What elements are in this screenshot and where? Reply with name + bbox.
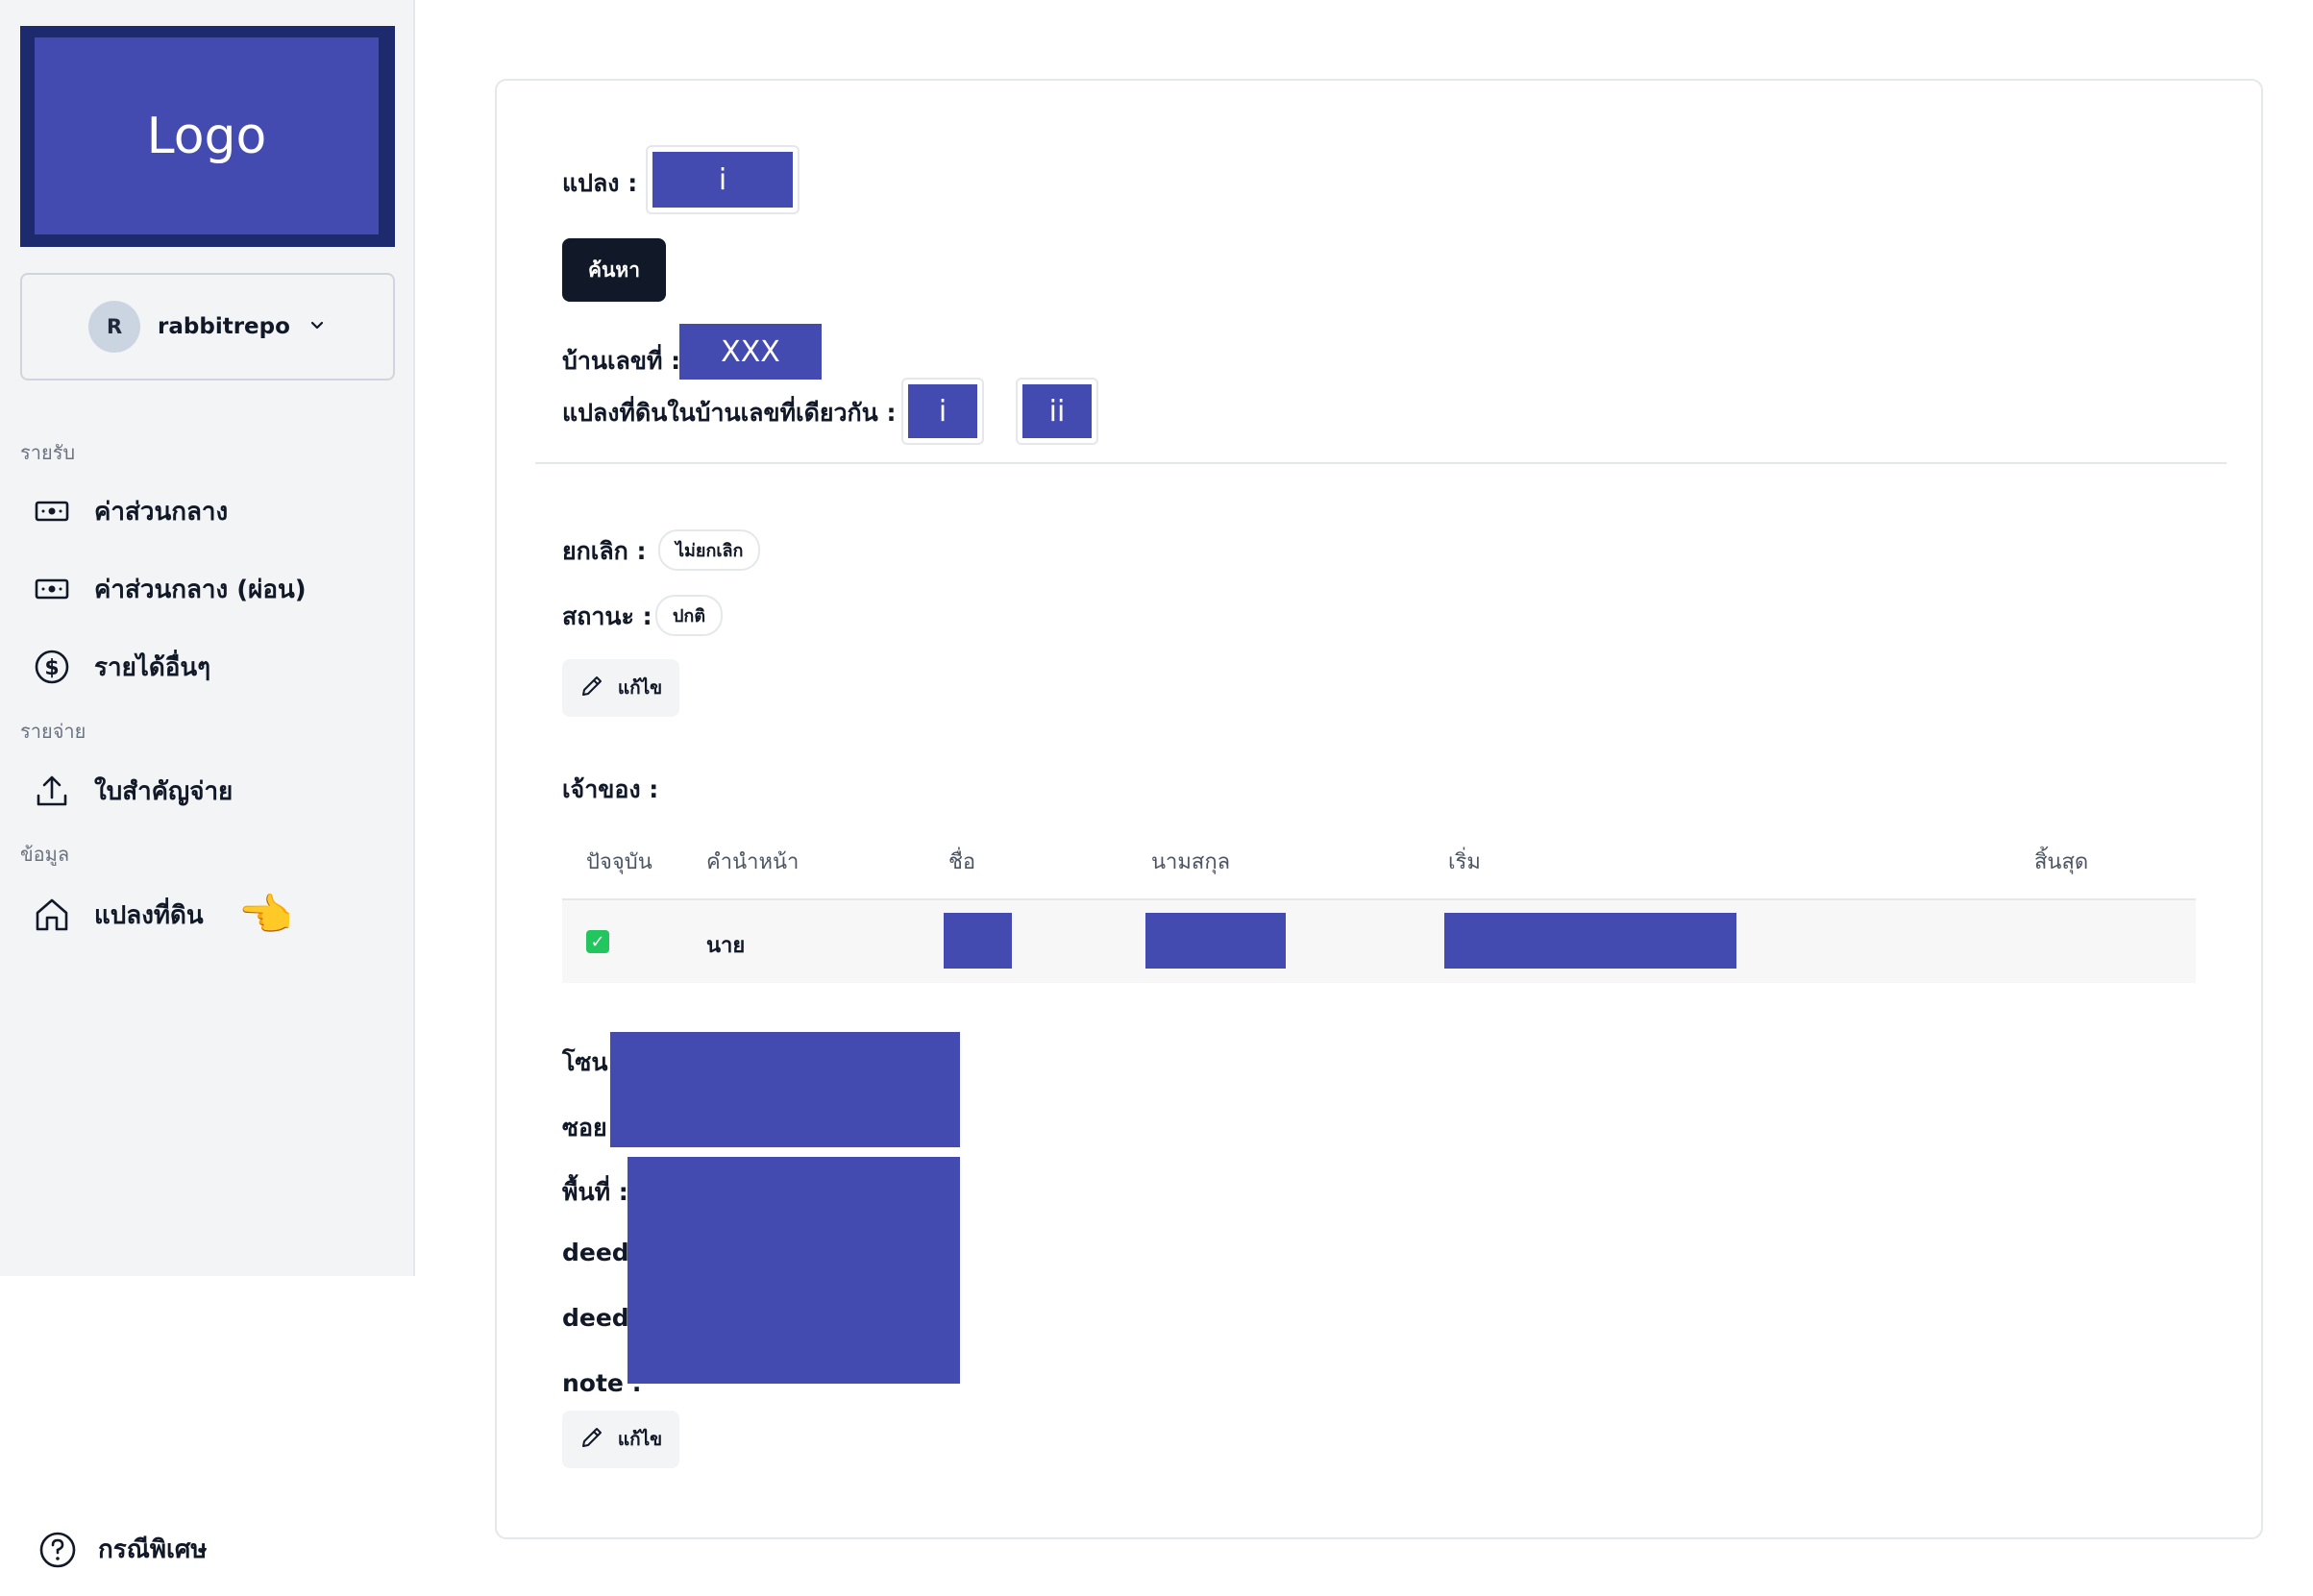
logo[interactable]: Logo — [20, 26, 395, 247]
home-icon — [33, 896, 71, 934]
sidebar-item-special-case[interactable]: กรณีพิเศษ — [38, 1530, 208, 1569]
pencil-icon — [579, 674, 604, 703]
user-menu-button[interactable]: R rabbitrepo — [20, 273, 395, 381]
col-last-name: นามสกุล — [1151, 850, 1231, 874]
cancel-badge: ไม่ยกเลิก — [658, 529, 761, 571]
search-button[interactable]: ค้นหา — [562, 238, 666, 302]
edit-status-button[interactable]: แก้ไข — [562, 659, 679, 717]
owner-first-name-redacted — [944, 913, 1012, 969]
state-label: สถานะ : — [562, 602, 652, 630]
owner-last-name-redacted — [1145, 913, 1286, 969]
soi-label: ซอย — [562, 1114, 607, 1142]
plot-detail-card: แปลง : i ค้นหา บ้านเลขที่ : XXX แปลงที่ด… — [495, 79, 2263, 1539]
logo-text: Logo — [35, 37, 379, 234]
check-icon: ✓ — [586, 930, 609, 953]
sidebar-item-label: แปลงที่ดิน — [94, 900, 204, 930]
plot-label: แปลง : — [562, 169, 638, 197]
sidebar-item-payment-voucher[interactable]: ใบสำคัญจ่าย — [33, 764, 233, 818]
col-start: เริ่ม — [1448, 850, 1481, 874]
sidebar-item-land-plot[interactable]: แปลงที่ดิน 👈 — [33, 888, 293, 942]
col-prefix: คำนำหน้า — [706, 850, 800, 874]
table-row[interactable]: ✓ นาย — [562, 900, 2196, 983]
section-label-income: รายรับ — [20, 441, 76, 464]
user-name: rabbitrepo — [158, 314, 290, 339]
section-label-data: ข้อมูล — [20, 843, 70, 866]
house-number-value: XXX — [679, 324, 822, 380]
owners-title: เจ้าของ : — [562, 775, 659, 803]
plot-value: i — [652, 152, 793, 208]
house-number-label: บ้านเลขที่ : — [562, 347, 681, 375]
divider — [535, 462, 2227, 464]
cash-icon — [33, 570, 71, 608]
section-label-expense: รายจ่าย — [20, 720, 86, 743]
chevron-down-icon — [308, 315, 327, 339]
plot-select[interactable]: i — [646, 145, 800, 214]
cash-icon — [33, 492, 71, 530]
pencil-icon — [579, 1425, 604, 1455]
owner-start-redacted — [1444, 913, 1736, 969]
edit-label: แก้ไข — [617, 677, 663, 699]
same-house-plot-value: ii — [1022, 384, 1092, 438]
deed-label-2: deed — [562, 1304, 629, 1332]
same-house-plot-value: i — [908, 384, 977, 438]
same-house-plots-label: แปลงที่ดินในบ้านเลขที่เดียวกัน : — [562, 399, 897, 427]
sidebar-item-common-fee-installment[interactable]: ค่าส่วนกลาง (ผ่อน) — [33, 562, 307, 616]
svg-text:$: $ — [44, 656, 59, 680]
dollar-circle-icon: $ — [33, 648, 71, 686]
sidebar-item-label: ค่าส่วนกลาง (ผ่อน) — [94, 575, 307, 604]
sidebar: Logo R rabbitrepo รายรับ ค่าส่วนกลาง ค่า… — [0, 0, 415, 1276]
special-case-label: กรณีพิเศษ — [98, 1535, 208, 1564]
sidebar-item-label: ค่าส่วนกลาง — [94, 497, 229, 527]
pointing-hand-icon: 👈 — [237, 888, 293, 941]
state-badge: ปกติ — [655, 595, 724, 636]
cancel-label: ยกเลิก : — [562, 537, 647, 565]
edit-label: แก้ไข — [617, 1429, 663, 1450]
col-end: สิ้นสุด — [2034, 850, 2089, 874]
avatar: R — [88, 301, 141, 353]
same-house-plot-2[interactable]: ii — [1016, 378, 1098, 445]
area-deed-note-redacted — [627, 1157, 960, 1384]
sidebar-item-label: ใบสำคัญจ่าย — [94, 776, 234, 806]
sidebar-item-common-fee[interactable]: ค่าส่วนกลาง — [33, 484, 228, 538]
same-house-plot-1[interactable]: i — [901, 378, 984, 445]
help-circle-icon — [38, 1531, 77, 1569]
sidebar-item-other-income[interactable]: $ รายได้อื่นๆ — [33, 640, 210, 694]
edit-details-button[interactable]: แก้ไข — [562, 1411, 679, 1468]
owner-prefix: นาย — [706, 934, 746, 958]
col-first-name: ชื่อ — [948, 850, 976, 874]
upload-icon — [33, 772, 71, 810]
col-current: ปัจจุบัน — [586, 850, 652, 874]
area-label: พื้นที่ : — [562, 1178, 628, 1206]
zone-soi-redacted — [610, 1032, 960, 1147]
sidebar-item-label: รายได้อื่นๆ — [94, 652, 211, 682]
